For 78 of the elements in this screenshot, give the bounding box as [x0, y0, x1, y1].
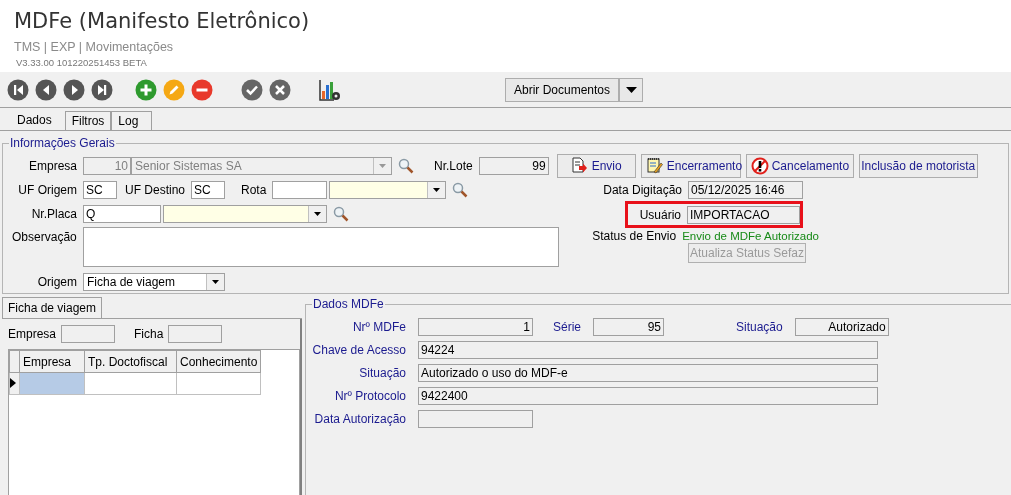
field-label: Ficha [134, 327, 164, 341]
field-label: Status de Envio [591, 229, 678, 243]
remove-icon[interactable] [191, 78, 213, 101]
field-label: Empresa [27, 159, 78, 173]
field-label: Observação [11, 229, 78, 244]
caret-icon [314, 212, 321, 216]
input-field[interactable]: Autorizado o uso do MDF-e [418, 363, 878, 382]
input-field[interactable]: 95 [593, 317, 664, 336]
field-label: Situação [735, 319, 784, 334]
input-field[interactable]: Autorizado [794, 317, 889, 336]
dropdown-field[interactable]: Ficha de viagem [83, 273, 225, 291]
field-label: Chave de Acesso [311, 342, 407, 357]
open-documents-button[interactable]: Abrir Documentos [505, 77, 620, 102]
input-field[interactable]: 05/12/2025 16:46 [688, 181, 803, 199]
field-label: Data Digitação [602, 183, 683, 197]
section-title: Dados MDFe [312, 297, 385, 311]
tab[interactable]: Log [111, 111, 153, 130]
previous-icon[interactable] [35, 78, 57, 101]
action-button[interactable]: Encerramento [640, 154, 741, 178]
search-icon[interactable] [398, 158, 414, 174]
action-button[interactable]: Envio [556, 154, 636, 178]
column-header[interactable]: Tp. Doctofiscal [84, 350, 177, 373]
field-label: Série [552, 319, 582, 334]
input-field[interactable]: IMPORTACAO [687, 205, 800, 224]
tab[interactable]: Filtros [64, 111, 112, 130]
checkmark-icon[interactable] [241, 78, 263, 101]
add-icon[interactable] [135, 78, 157, 101]
field-label: Data Autorização [313, 411, 407, 426]
input-field[interactable] [168, 325, 223, 343]
input-field[interactable]: 99 [478, 157, 549, 175]
status-text: Envio de MDFe Autorizado [682, 230, 819, 242]
close-icon[interactable] [269, 78, 291, 101]
input-field[interactable] [272, 181, 328, 199]
field-label: UF Origem [17, 183, 78, 197]
field-label: Rota [240, 183, 268, 197]
input-field[interactable]: SC [191, 181, 226, 199]
input-field[interactable]: Q [83, 205, 161, 223]
text-area[interactable] [82, 227, 559, 267]
column-header[interactable]: Empresa [19, 350, 85, 373]
section-title: Informações Gerais [9, 136, 116, 150]
field-label: Nrº MDFe [351, 319, 407, 334]
notepad-pencil-icon [645, 157, 664, 175]
dropdown-field[interactable] [329, 181, 447, 199]
field-label: Nr.Placa [30, 207, 78, 221]
field-label: Nrº Protocolo [333, 388, 407, 403]
caret-icon [433, 188, 441, 192]
breadcrumb: TMS | EXP | Movimentações [14, 40, 174, 54]
input-field[interactable] [418, 409, 533, 428]
input-field[interactable]: SC [83, 181, 117, 199]
action-button[interactable]: Inclusão de motorista [858, 154, 978, 178]
version-text: V3.33.00 101220251453 BETA [16, 57, 147, 68]
dropdown-field[interactable] [163, 205, 327, 223]
dropdown-arrow-button[interactable] [619, 77, 644, 102]
field-label: UF Destino [124, 183, 187, 197]
first-record-icon[interactable] [7, 78, 29, 101]
action-button[interactable]: Cancelamento [745, 154, 854, 178]
field-label: Empresa [8, 327, 57, 341]
search-icon[interactable] [333, 206, 349, 222]
window-title: MDFe (Manifesto Eletrônico) [14, 8, 310, 34]
input-field[interactable]: 1 [418, 317, 533, 336]
column-header[interactable]: Conhecimento [176, 350, 261, 373]
field-label: Usuário [638, 207, 682, 222]
next-icon[interactable] [63, 78, 85, 101]
field-label: Nr.Lote [433, 159, 474, 173]
prohibited-exclamation-icon [750, 157, 769, 175]
last-record-icon[interactable] [91, 78, 113, 101]
input-field[interactable] [61, 325, 116, 343]
field-label: Origem [36, 275, 78, 289]
chart-settings-icon[interactable] [319, 78, 341, 101]
tab[interactable]: Ficha de viagem [2, 297, 103, 318]
caret-icon [625, 86, 637, 93]
input-field[interactable]: 94224 [418, 340, 878, 359]
document-arrow-icon [570, 157, 589, 175]
caret-icon [379, 164, 386, 168]
input-field[interactable]: 9422400 [418, 386, 878, 405]
field-label: Situação [358, 365, 407, 380]
caret-icon [212, 280, 219, 284]
search-icon[interactable] [452, 182, 469, 198]
